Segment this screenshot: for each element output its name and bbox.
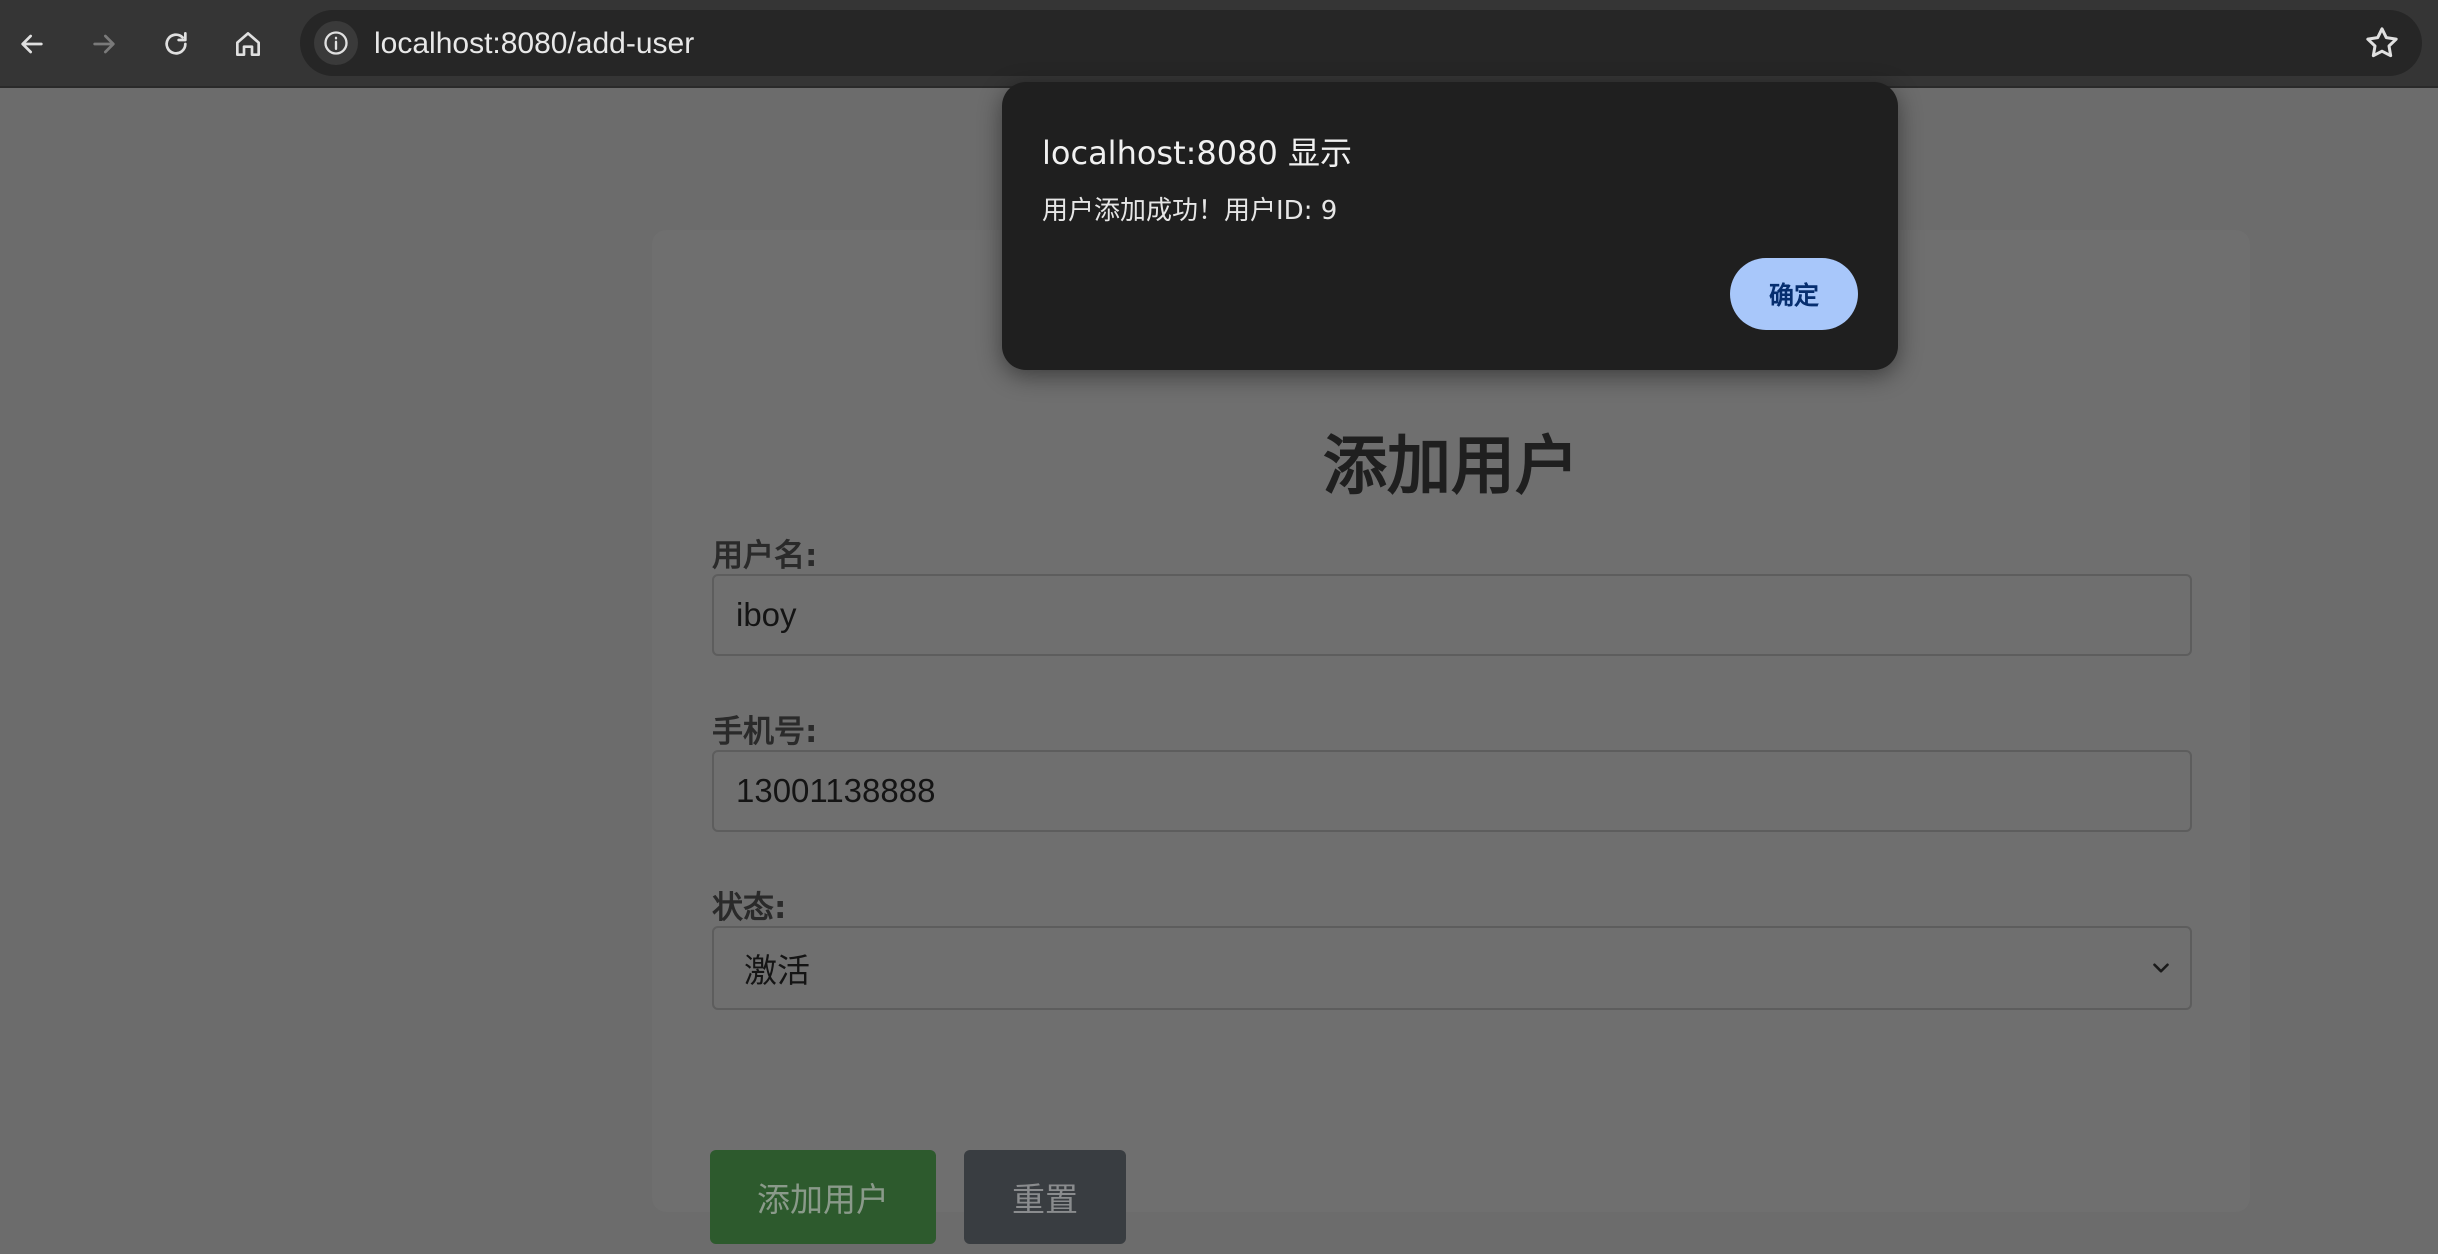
dialog-title: localhost:8080 显示 bbox=[1042, 134, 1353, 172]
phone-label: 手机号: bbox=[712, 714, 818, 750]
reset-button[interactable]: 重置 bbox=[964, 1150, 1126, 1244]
site-info-button[interactable] bbox=[314, 21, 358, 65]
add-user-form: 添加用户 用户名: iboy 手机号: 13001138888 状态: 激活 添… bbox=[652, 230, 2250, 1244]
dialog-ok-button[interactable]: 确定 bbox=[1730, 258, 1858, 330]
bookmark-button[interactable] bbox=[2362, 23, 2402, 63]
chevron-down-icon bbox=[2153, 963, 2169, 973]
phone-value: 13001138888 bbox=[736, 772, 936, 809]
page-title: 添加用户 bbox=[1323, 430, 1579, 504]
back-button[interactable] bbox=[6, 18, 58, 70]
dialog-message: 用户添加成功！用户ID: 9 bbox=[1042, 196, 1338, 226]
home-icon bbox=[236, 32, 260, 56]
alert-dialog: localhost:8080 显示 用户添加成功！用户ID: 9 确定 bbox=[1002, 82, 1898, 370]
reload-icon bbox=[165, 32, 187, 55]
arrow-left-icon bbox=[21, 34, 43, 54]
url-text[interactable]: localhost:8080/add-user bbox=[374, 27, 694, 61]
status-label: 状态: bbox=[712, 890, 787, 926]
forward-button[interactable] bbox=[78, 18, 130, 70]
reload-button[interactable] bbox=[150, 18, 202, 70]
star-icon bbox=[2366, 27, 2398, 58]
username-value: iboy bbox=[736, 596, 797, 633]
arrow-right-icon bbox=[93, 34, 115, 54]
status-select[interactable]: 激活 bbox=[712, 926, 2192, 1010]
address-bar[interactable]: localhost:8080/add-user bbox=[300, 10, 2422, 76]
home-button[interactable] bbox=[222, 18, 274, 70]
add-user-button[interactable]: 添加用户 bbox=[710, 1150, 936, 1244]
phone-input[interactable]: 13001138888 bbox=[712, 750, 2192, 832]
info-icon bbox=[324, 31, 348, 55]
browser-toolbar: localhost:8080/add-user bbox=[0, 0, 2438, 88]
status-value: 激活 bbox=[744, 952, 810, 989]
username-input[interactable]: iboy bbox=[712, 574, 2192, 656]
username-label: 用户名: bbox=[712, 538, 818, 574]
